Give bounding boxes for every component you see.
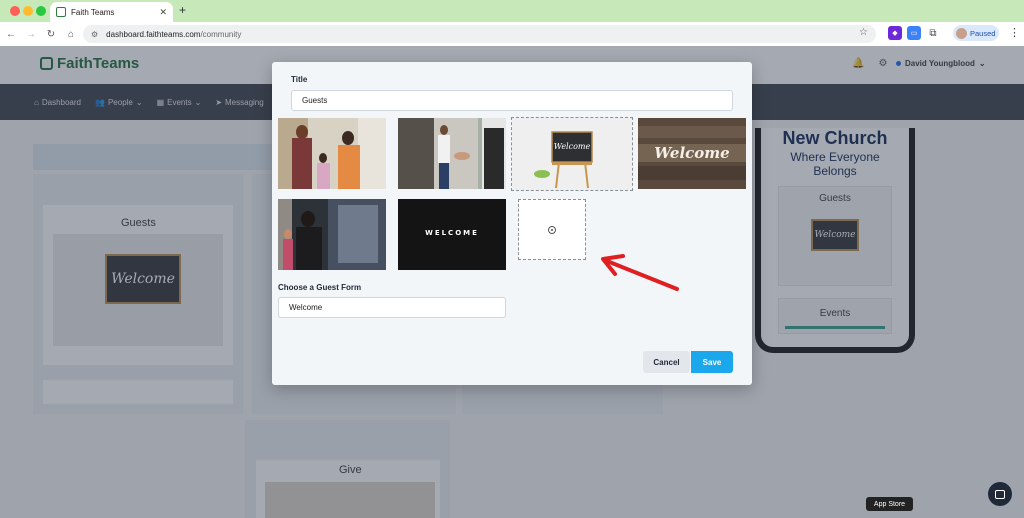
window-minimize-button[interactable] (23, 6, 33, 16)
browser-menu-icon[interactable]: ⋮ (1009, 26, 1020, 39)
title-label: Title (291, 75, 308, 84)
home-icon[interactable]: ⌂ (62, 29, 80, 40)
greeter-doorway-image (278, 199, 386, 270)
welcome-easel-photo[interactable]: Welcome (511, 117, 633, 191)
address-bar[interactable]: ⚙ dashboard.faithteams.com/community ☆ (83, 25, 876, 43)
greeter-doorway-photo[interactable] (278, 199, 386, 270)
wood-sign-text: Welcome (654, 144, 730, 162)
tab-close-icon[interactable]: ✕ (159, 7, 167, 18)
profile-status: Paused (970, 28, 996, 38)
easel-sign-text: Welcome (553, 142, 591, 151)
handshake-image (398, 118, 506, 189)
back-icon[interactable]: ← (2, 29, 20, 40)
guest-form-select[interactable] (278, 297, 506, 318)
letterboard-text: WELCOME (425, 229, 479, 237)
extensions-puzzle-icon[interactable]: ⧉ (926, 26, 940, 40)
bookmark-star-icon[interactable]: ☆ (859, 27, 868, 38)
chat-launcher-button[interactable] (988, 482, 1012, 506)
title-input[interactable] (291, 90, 733, 111)
add-circle-icon (548, 225, 556, 234)
browser-tab[interactable]: Faith Teams ✕ (50, 2, 173, 22)
cancel-button[interactable]: Cancel (643, 351, 690, 373)
site-info-icon[interactable]: ⚙ (91, 30, 98, 39)
extension-badge-icon[interactable]: ▭ (907, 26, 921, 40)
welcome-wood-sign-photo[interactable]: Welcome (638, 118, 746, 189)
save-button[interactable]: Save (691, 351, 733, 373)
faithteams-favicon-icon (56, 7, 66, 17)
guest-form-label: Choose a Guest Form (278, 283, 362, 292)
welcome-easel-image (512, 118, 632, 190)
family-greeting-image (278, 118, 386, 189)
url-path: /community (200, 29, 242, 39)
chat-icon (995, 489, 1005, 499)
annotation-arrow-icon (601, 254, 679, 291)
window-close-button[interactable] (10, 6, 20, 16)
tab-title: Faith Teams (71, 7, 115, 17)
avatar (956, 27, 967, 39)
app-store-tooltip: App Store (866, 497, 913, 511)
new-tab-icon[interactable]: + (179, 3, 186, 17)
welcome-letterboard-photo[interactable]: WELCOME (398, 199, 506, 270)
url-host: dashboard.faithteams.com (106, 29, 201, 39)
handshake-photo[interactable] (398, 118, 506, 189)
edit-block-modal: Title Guests Welcome Welcome WELCOME Cho… (272, 62, 752, 385)
reload-icon[interactable]: ↻ (42, 29, 60, 40)
family-greeting-photo[interactable] (278, 118, 386, 189)
forward-icon[interactable]: → (22, 29, 40, 40)
window-maximize-button[interactable] (36, 6, 46, 16)
tab-strip: Faith Teams ✕ + (0, 0, 1024, 22)
profile-button[interactable]: Paused (953, 25, 999, 41)
browser-chrome: Faith Teams ✕ + ← → ↻ ⌂ ⚙ dashboard.fait… (0, 0, 1024, 46)
browser-toolbar: ← → ↻ ⌂ ⚙ dashboard.faithteams.com/commu… (0, 22, 1024, 46)
extension-icon[interactable]: ◆ (888, 26, 902, 40)
add-image-tile[interactable] (518, 199, 586, 260)
